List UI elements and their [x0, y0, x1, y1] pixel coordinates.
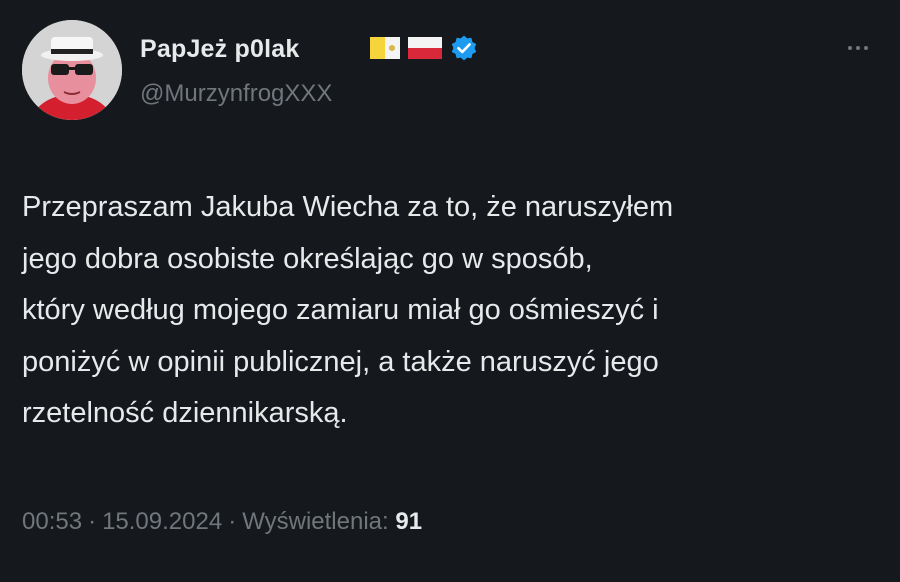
meta-separator: · [88, 508, 97, 535]
user-handle[interactable]: @MurzynfrogXXX [140, 80, 332, 108]
tweet-text: Przepraszam Jakuba Wiecha za to, że naru… [22, 182, 884, 440]
meta-separator: · [228, 508, 237, 535]
views-count[interactable]: 91 [395, 508, 422, 535]
tweet-text-line: który według mojego zamiaru miał go ośmi… [22, 294, 659, 326]
views-label: Wyświetlenia: [242, 508, 389, 535]
tweet-text-line: rzetelność dziennikarską. [22, 397, 348, 429]
tweet-date[interactable]: 15.09.2024 [102, 508, 222, 535]
tweet-meta: 00:53 · 15.09.2024 · Wyświetlenia: 91 [22, 508, 422, 536]
tweet-text-line: jego dobra osobiste określając go w spos… [22, 242, 593, 275]
avatar-image [22, 20, 122, 120]
display-name[interactable]: PapJeż p0lak [140, 35, 299, 64]
verified-badge-icon[interactable] [450, 34, 478, 67]
poland-flag-icon [408, 36, 442, 64]
tweet-text-line: Przepraszam Jakuba Wiecha za to, że naru… [22, 191, 674, 223]
more-options-icon[interactable] [838, 36, 878, 60]
author-badges [370, 35, 478, 65]
vatican-flag-icon [370, 36, 400, 64]
avatar[interactable] [22, 20, 122, 120]
tweet-time[interactable]: 00:53 [22, 508, 82, 535]
tweet-text-line: poniżyć w opinii publicznej, a także nar… [22, 345, 659, 378]
tweet-card: PapJeż p0lak @MurzynfrogXXX Przepraszam … [0, 0, 900, 582]
